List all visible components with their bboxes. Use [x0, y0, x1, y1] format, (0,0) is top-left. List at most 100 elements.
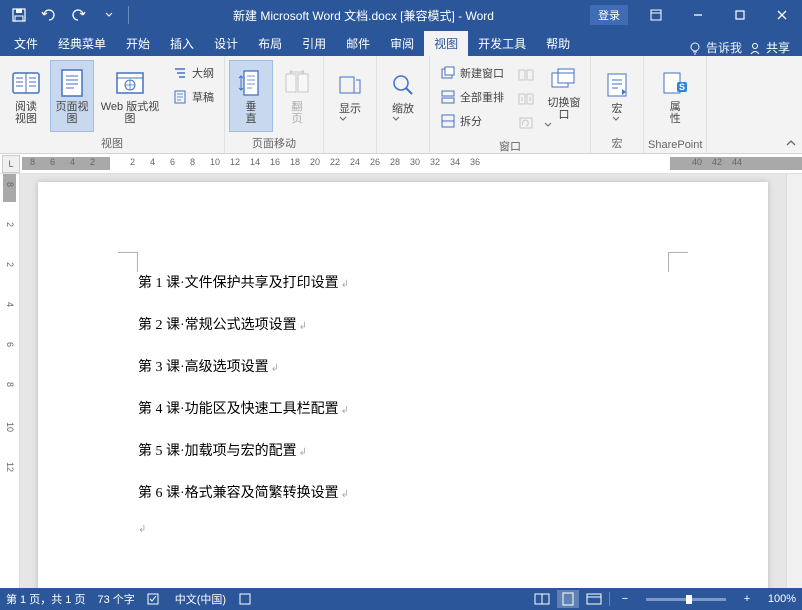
tell-me-label: 告诉我 — [706, 39, 742, 56]
properties-icon: S — [659, 67, 691, 99]
spellcheck-status[interactable] — [147, 592, 163, 606]
print-layout-button[interactable]: 页面视图 — [50, 60, 94, 132]
language-status[interactable]: 中文(中国) — [175, 591, 226, 607]
redo-button[interactable] — [68, 4, 90, 26]
zoom-icon — [387, 69, 419, 101]
document-line[interactable]: 第 1 课·文件保护共享及打印设置 — [138, 272, 668, 292]
tell-me[interactable]: 告诉我 — [688, 39, 742, 56]
tab-home[interactable]: 开始 — [116, 31, 160, 56]
window-title: 新建 Microsoft Word 文档.docx [兼容模式] - Word — [137, 7, 590, 24]
tab-view[interactable]: 视图 — [424, 31, 468, 56]
sharepoint-group-label: SharePoint — [648, 137, 702, 153]
outline-icon — [172, 65, 188, 81]
side-to-side-button: 翻 页 — [275, 60, 319, 132]
vertical-scrollbar[interactable] — [786, 174, 802, 588]
tab-developer[interactable]: 开发工具 — [468, 31, 536, 56]
vertical-label: 垂 直 — [246, 101, 257, 125]
tab-mailings[interactable]: 邮件 — [336, 31, 380, 56]
arrange-all-button[interactable]: 全部重排 — [436, 86, 508, 108]
zoom-button[interactable]: 缩放 — [381, 60, 425, 132]
zoom-out-button[interactable]: − — [614, 590, 636, 608]
side-to-side-icon — [281, 67, 313, 99]
accessibility-status[interactable] — [238, 592, 252, 606]
horizontal-ruler[interactable]: L 86422468101214161820222426283032343640… — [0, 154, 802, 174]
view-side-by-side-button — [514, 64, 538, 86]
zoom-in-button[interactable]: + — [736, 590, 758, 608]
document-viewport[interactable]: 第 1 课·文件保护共享及打印设置第 2 课·常规公式选项设置第 3 课·高级选… — [20, 174, 786, 588]
word-count[interactable]: 73 个字 — [97, 591, 134, 607]
zoom-level[interactable]: 100% — [762, 593, 796, 605]
side-by-side-icon — [518, 68, 534, 82]
read-mode-label: 阅读 视图 — [15, 101, 37, 125]
read-mode-view-button[interactable] — [531, 590, 553, 608]
switch-windows-icon — [548, 63, 580, 95]
outline-button[interactable]: 大纲 — [168, 62, 218, 84]
ribbon-options-button[interactable] — [636, 0, 676, 30]
tab-references[interactable]: 引用 — [292, 31, 336, 56]
macros-button[interactable]: 宏 — [595, 60, 639, 132]
split-icon — [440, 113, 456, 129]
zoom-slider[interactable] — [646, 598, 726, 601]
sync-scroll-button — [514, 88, 538, 110]
minimize-button[interactable] — [678, 0, 718, 30]
print-layout-icon — [56, 67, 88, 99]
document-line[interactable]: 第 3 课·高级选项设置 — [138, 356, 668, 376]
vertical-ruler[interactable]: 8224681012 — [0, 174, 20, 588]
person-icon — [748, 41, 762, 55]
web-layout-view-button[interactable] — [583, 590, 605, 608]
insert-mode-icon — [238, 592, 252, 606]
arrange-all-icon — [440, 89, 456, 105]
document-line[interactable]: 第 2 课·常规公式选项设置 — [138, 314, 668, 334]
read-mode-button[interactable]: 阅读 视图 — [4, 60, 48, 132]
web-layout-button[interactable]: Web 版式视图 — [96, 60, 164, 132]
maximize-button[interactable] — [720, 0, 760, 30]
properties-button[interactable]: S 属 性 — [653, 60, 697, 132]
chevron-down-icon — [544, 121, 552, 129]
tab-insert[interactable]: 插入 — [160, 31, 204, 56]
web-layout-icon — [114, 67, 146, 99]
print-layout-label: 页面视图 — [53, 101, 91, 125]
tab-layout[interactable]: 布局 — [248, 31, 292, 56]
document-line[interactable]: 第 5 课·加载项与宏的配置 — [138, 440, 668, 460]
collapse-ribbon-button[interactable] — [782, 135, 800, 151]
reset-window-icon — [518, 116, 534, 130]
split-button[interactable]: 拆分 — [436, 110, 508, 132]
qat-customize[interactable] — [98, 4, 120, 26]
chevron-down-icon — [392, 115, 400, 123]
show-icon — [334, 69, 366, 101]
document-line[interactable]: 第 4 课·功能区及快速工具栏配置 — [138, 398, 668, 418]
draft-button[interactable]: 草稿 — [168, 86, 218, 108]
tab-review[interactable]: 审阅 — [380, 31, 424, 56]
vertical-icon — [235, 67, 267, 99]
new-window-icon — [440, 65, 456, 81]
zoom-label: 缩放 — [392, 103, 414, 115]
svg-text:S: S — [679, 82, 685, 92]
tab-file[interactable]: 文件 — [4, 31, 48, 56]
close-button[interactable] — [762, 0, 802, 30]
macros-group-label: 宏 — [612, 133, 623, 153]
spellcheck-icon — [147, 592, 163, 606]
save-button[interactable] — [8, 4, 30, 26]
switch-windows-button[interactable]: 切换窗口 — [542, 60, 586, 132]
share-button[interactable]: 共享 — [748, 39, 790, 56]
tab-classic[interactable]: 经典菜单 — [48, 31, 116, 56]
reset-window-button — [514, 112, 538, 134]
chevron-down-icon — [339, 115, 347, 123]
print-layout-view-button[interactable] — [557, 590, 579, 608]
side-to-side-label: 翻 页 — [292, 101, 303, 125]
views-group-label: 视图 — [101, 133, 123, 153]
show-button[interactable]: 显示 — [328, 60, 372, 132]
login-button[interactable]: 登录 — [590, 5, 628, 25]
page-status[interactable]: 第 1 页，共 1 页 — [6, 591, 85, 607]
new-window-button[interactable]: 新建窗口 — [436, 62, 508, 84]
document-line[interactable]: 第 6 课·格式兼容及简繁转换设置 — [138, 482, 668, 502]
tab-selector[interactable]: L — [2, 155, 20, 173]
vertical-button[interactable]: 垂 直 — [229, 60, 273, 132]
undo-button[interactable] — [38, 4, 60, 26]
chevron-down-icon — [612, 115, 620, 123]
pagemove-group-label: 页面移动 — [252, 133, 296, 153]
tab-design[interactable]: 设计 — [204, 31, 248, 56]
page: 第 1 课·文件保护共享及打印设置第 2 课·常规公式选项设置第 3 课·高级选… — [38, 182, 768, 588]
tab-help[interactable]: 帮助 — [536, 31, 580, 56]
share-label: 共享 — [766, 39, 790, 56]
